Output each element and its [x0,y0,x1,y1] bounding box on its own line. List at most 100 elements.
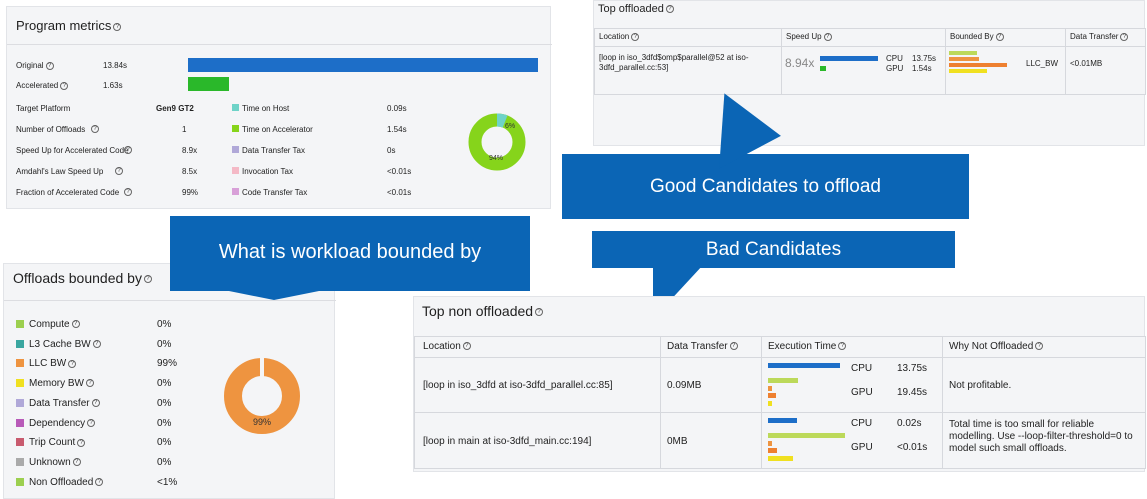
help-icon[interactable]: ? [45,61,54,70]
original-time-bar [188,58,538,72]
bound-category-label: Unknown? [29,457,81,468]
cpu-value: 0.02s [897,418,922,429]
cpu-value: 13.75s [897,363,928,374]
accelerated-label: Accelerated? [16,81,69,90]
data-transfer-cell: 0MB [660,412,762,469]
cpu-label: CPU [886,54,903,63]
cpu-value: 13.75s [912,54,937,63]
help-icon[interactable]: ? [60,81,69,90]
bound-category-label: Dependency? [29,418,96,429]
metric-value: 1.54s [387,125,407,134]
cpu-time-bar [768,418,797,423]
legend-swatch [16,477,24,486]
help-icon[interactable]: ? [86,379,94,388]
metric-label: Time on Accelerator [242,125,313,134]
legend-swatch [232,146,239,153]
col-location[interactable]: Location? [414,336,661,358]
metric-label: Time on Host [242,104,290,113]
bound-category-label: L3 Cache BW? [29,339,101,350]
offloads-bounded-title: Offloads bounded by? [13,270,152,286]
legend-swatch [16,359,24,368]
bound-bar-l3 [949,57,979,61]
help-icon[interactable]: ? [71,320,80,329]
legend-swatch [232,188,239,195]
bound-category-label: Trip Count? [29,437,86,448]
gpu-value: 1.54s [912,64,932,73]
table-row[interactable]: [loop in iso_3dfd$omp$parallel@52 at iso… [594,46,1146,95]
metric-label: Number of Offloads [16,125,86,134]
why-not-offloaded-cell: Not profitable. [942,357,1146,413]
cpu-time-bar [768,363,840,368]
metric-value: 0.09s [387,104,407,113]
col-speed-up[interactable]: Speed Up? [781,28,946,47]
table-row[interactable]: [loop in main at iso-3dfd_main.cc:194] 0… [414,412,1146,469]
metric-value: 8.5x [182,167,198,176]
metric-label: Code Transfer Tax [242,188,308,197]
bound-bar-llc [949,63,1007,67]
original-label: Original? [16,61,54,70]
gpu-bar-llc [768,448,777,453]
metric-value: <0.01s [387,167,412,176]
col-bounded-by[interactable]: Bounded By? [945,28,1066,47]
help-icon[interactable]: ? [535,308,544,317]
help-icon[interactable]: ? [124,146,132,154]
help-icon[interactable]: ? [87,418,96,427]
help-icon[interactable]: ? [124,188,132,196]
help-icon[interactable]: ? [91,399,100,408]
help-icon[interactable]: ? [115,167,123,175]
data-transfer-cell: <0.01MB [1065,46,1146,95]
metric-label: Data Transfer Tax [242,146,305,155]
top-non-offloaded-table: Location? Data Transfer? Execution Time?… [414,336,1146,469]
location-cell[interactable]: [loop in main at iso-3dfd_main.cc:194] [414,412,661,469]
col-data-transfer[interactable]: Data Transfer? [660,336,762,358]
help-icon[interactable]: ? [77,438,86,447]
help-icon[interactable]: ? [113,22,122,31]
help-icon[interactable]: ? [665,5,674,14]
location-cell[interactable]: [loop in iso_3dfd at iso-3dfd_parallel.c… [414,357,661,413]
donut-small-slice [496,113,508,128]
execution-time-cell: CPU 13.75s GPU 19.45s [761,357,943,413]
gpu-bar-compute [768,378,798,383]
donut-gap [260,358,264,378]
bounded-by-label: LLC_BW [1026,59,1059,68]
metric-label: Invocation Tax [242,167,293,176]
help-icon[interactable]: ? [68,359,77,368]
legend-swatch [16,379,24,388]
help-icon[interactable]: ? [91,125,99,133]
original-value: 13.84s [103,61,128,70]
bounded-by-donut: 99% [224,358,300,434]
accelerated-value: 1.63s [103,81,123,90]
col-data-transfer[interactable]: Data Transfer? [1065,28,1146,47]
metric-value: Gen9 GT2 [156,104,194,113]
help-icon[interactable]: ? [95,477,104,486]
col-why-not-offloaded[interactable]: Why Not Offloaded? [942,336,1146,358]
bound-category-label: Data Transfer? [29,398,100,409]
help-icon[interactable]: ? [143,275,152,284]
workload-callout-arrow [224,290,324,300]
program-metrics-title: Program metrics? [16,18,122,33]
speed-up-cell: 8.94x CPU GPU 13.75s 1.54s [781,46,946,95]
bound-category-value: 0% [157,378,172,390]
gpu-label: GPU [851,442,873,453]
gpu-bar-compute [768,433,845,438]
accelerated-time-bar [188,77,229,91]
legend-swatch [16,320,24,328]
gpu-time-bar [820,66,826,71]
bound-bar-compute [949,51,977,55]
accelerator-time-donut: 6% 94% [468,113,526,171]
help-icon[interactable]: ? [92,340,101,349]
col-execution-time[interactable]: Execution Time? [761,336,943,358]
table-row[interactable]: [loop in iso_3dfd at iso-3dfd_parallel.c… [414,357,1146,413]
help-icon[interactable]: ? [72,458,81,467]
bound-category-label: Non Offloaded? [29,477,104,488]
legend-swatch [16,418,24,427]
metric-label: Amdahl's Law Speed Up [16,167,104,176]
bound-category-label: Compute? [29,319,80,330]
why-not-offloaded-cell: Total time is too small for reliable mod… [942,412,1146,469]
col-location[interactable]: Location? [594,28,782,47]
cpu-label: CPU [851,418,873,429]
metric-label: Speed Up for Accelerated Code [16,146,129,155]
legend-swatch [16,457,24,466]
bound-bar-memory [949,69,987,73]
legend-swatch [232,167,239,174]
